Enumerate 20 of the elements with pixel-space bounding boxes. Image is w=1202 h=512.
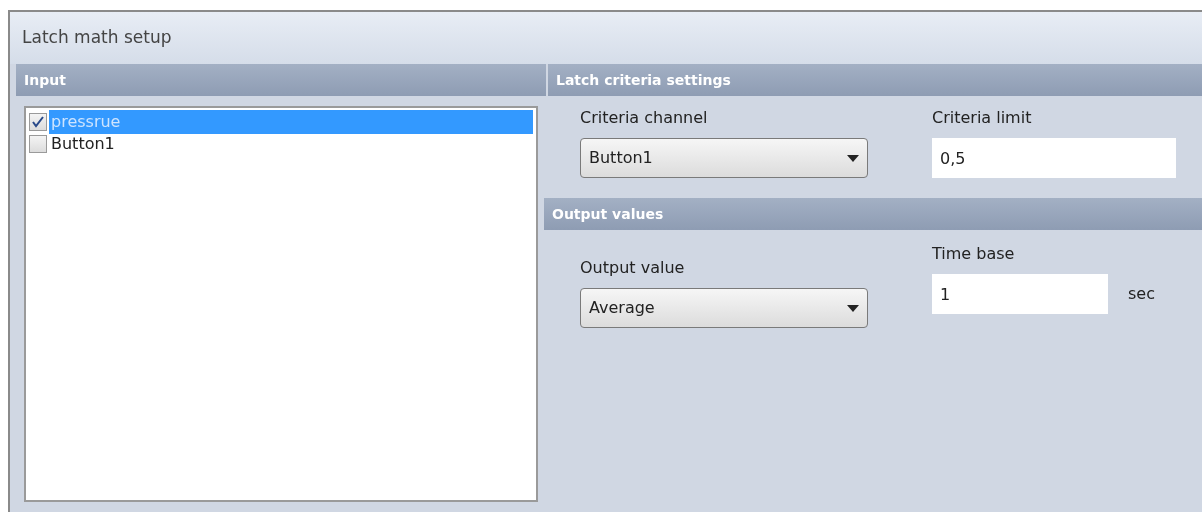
input-field[interactable]: 0,5	[932, 138, 1176, 178]
dropdown[interactable]: Average	[580, 288, 868, 328]
section-header: Latch criteria settings	[548, 64, 1202, 96]
checkbox[interactable]	[29, 113, 47, 131]
field-label: Time base	[932, 243, 1016, 265]
checkbox[interactable]	[29, 135, 47, 153]
field-label: Criteria limit	[932, 107, 1033, 129]
field-label: Output value	[580, 257, 686, 279]
dropdown[interactable]: Button1	[580, 138, 868, 178]
checkmark-icon	[32, 116, 44, 128]
list-item[interactable]: Button1	[29, 133, 533, 155]
unit-label: sec	[1128, 283, 1155, 305]
item-label: Button1	[50, 133, 116, 155]
caret-icon	[847, 304, 859, 312]
field-label: Criteria channel	[580, 107, 709, 129]
section-header: Output values	[544, 198, 1202, 230]
caret-icon	[847, 154, 859, 162]
window-title: Latch math setup	[22, 26, 172, 50]
input-field[interactable]: 1	[932, 274, 1108, 314]
section-header: Input	[16, 64, 546, 96]
